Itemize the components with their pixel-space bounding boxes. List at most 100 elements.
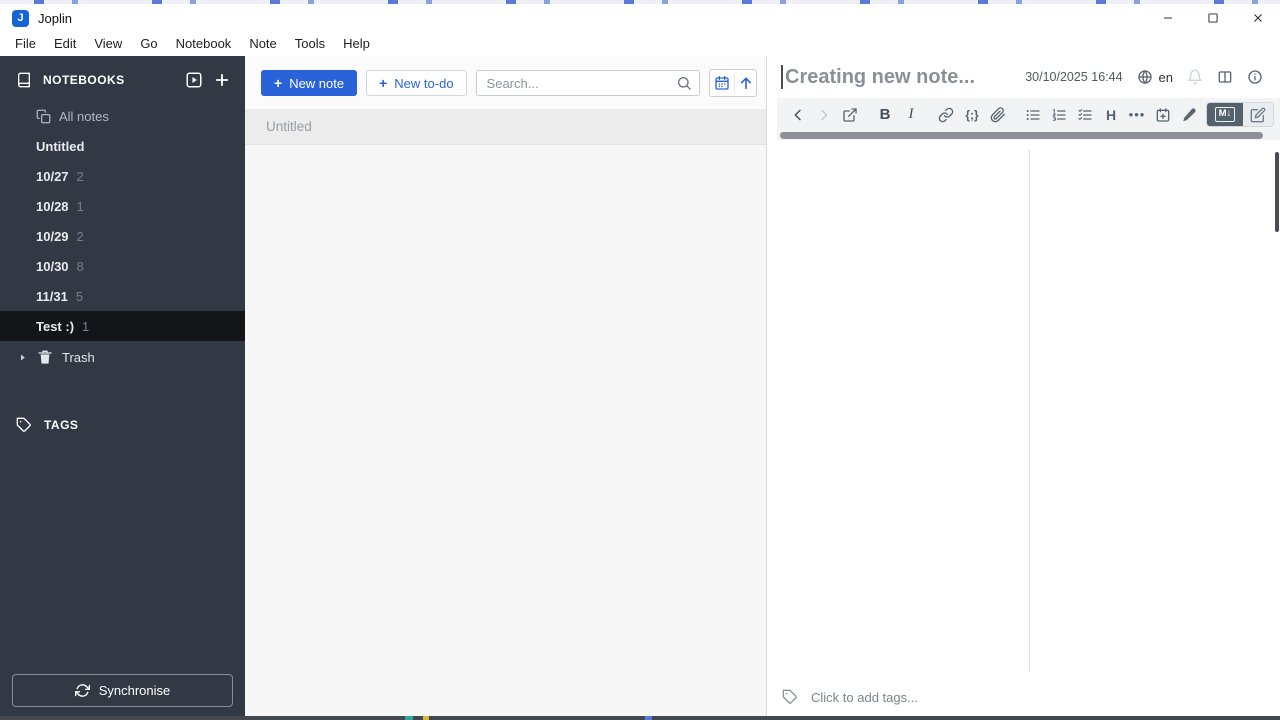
checkbox-list-button[interactable] — [1072, 102, 1098, 128]
note-properties-icon[interactable] — [1247, 69, 1263, 85]
chevron-left-icon — [794, 109, 801, 120]
synchronise-button[interactable]: Synchronise — [12, 674, 233, 707]
menu-file[interactable]: File — [6, 32, 45, 56]
search-box — [475, 70, 700, 96]
pane-divider[interactable] — [1029, 150, 1030, 672]
menu-help[interactable]: Help — [334, 32, 379, 56]
tags-header-label: TAGS — [44, 418, 79, 432]
sort-order-button[interactable] — [735, 70, 756, 96]
search-icon[interactable] — [676, 75, 692, 91]
note-list-item[interactable]: Untitled — [245, 109, 766, 145]
chevron-right-icon[interactable] — [18, 353, 27, 362]
external-link-icon — [843, 107, 857, 122]
bulleted-list-button[interactable] — [1020, 102, 1046, 128]
sidebar-item-notebook[interactable]: 11/31 5 — [0, 281, 245, 311]
note-timestamp: 30/10/2025 16:44 — [1025, 70, 1123, 84]
attach-file-button[interactable] — [985, 102, 1011, 128]
note-title: Untitled — [266, 119, 312, 134]
joplin-window: J Joplin File Edit View Go Notebook Note… — [0, 0, 1280, 720]
alarm-bell-icon[interactable] — [1187, 69, 1203, 85]
back-button[interactable] — [785, 102, 811, 128]
arrow-up-icon — [740, 77, 751, 90]
trash-icon — [38, 350, 52, 364]
synchronise-label: Synchronise — [98, 683, 171, 698]
add-tags-placeholder[interactable]: Click to add tags... — [811, 690, 918, 705]
notebooks-header: NOTEBOOKS — [0, 56, 245, 101]
hyperlink-button[interactable] — [933, 102, 959, 128]
calendar-plus-icon — [1156, 107, 1170, 122]
sidebar-item-notebook[interactable]: 10/30 8 — [0, 251, 245, 281]
background-taskbar-strip — [0, 716, 1280, 720]
menu-notebook[interactable]: Notebook — [167, 32, 241, 56]
bulleted-list-icon — [1026, 109, 1040, 120]
sidebar-item-notebook[interactable]: 10/29 2 — [0, 221, 245, 251]
search-input[interactable] — [475, 70, 700, 96]
editor-mode-toggle: M↓ — [1206, 102, 1274, 127]
new-notebook-icon[interactable] — [213, 71, 231, 89]
vertical-scrollbar-thumb[interactable] — [1275, 152, 1279, 232]
menu-view[interactable]: View — [85, 32, 131, 56]
new-todo-button[interactable]: + New to-do — [366, 70, 467, 96]
numbered-list-button[interactable] — [1046, 102, 1072, 128]
bold-button[interactable]: B — [872, 102, 898, 128]
forward-button[interactable] — [811, 102, 837, 128]
maximize-button[interactable] — [1190, 4, 1235, 32]
edit-pencil-icon — [1250, 107, 1266, 122]
calendar-icon — [715, 76, 729, 90]
pen-icon — [1183, 107, 1196, 121]
markdown-mode-button[interactable]: M↓ — [1207, 103, 1243, 126]
close-button[interactable] — [1235, 4, 1280, 32]
scrollbar-thumb[interactable] — [780, 132, 1263, 139]
menu-tools[interactable]: Tools — [286, 32, 334, 56]
joplin-logo: J — [12, 9, 29, 27]
insert-drawing-button[interactable] — [1176, 102, 1202, 128]
tags-bar[interactable]: Click to add tags... — [767, 678, 1280, 716]
more-options-button[interactable]: ••• — [1124, 102, 1150, 128]
toggle-notebooks-icon[interactable] — [185, 71, 203, 89]
tag-icon — [782, 689, 797, 704]
plus-icon: + — [274, 75, 283, 91]
menu-go[interactable]: Go — [131, 32, 166, 56]
sidebar-item-notebook-selected[interactable]: Test :) 1 — [0, 311, 245, 341]
spellcheck-language[interactable]: en — [1137, 69, 1173, 85]
paperclip-icon — [990, 106, 1005, 122]
all-notes-label: All notes — [59, 108, 109, 124]
note-title-row: Creating new note... 30/10/2025 16:44 en — [767, 56, 1280, 98]
sidebar-item-all-notes[interactable]: All notes — [0, 101, 245, 131]
horizontal-scrollbar[interactable] — [777, 131, 1280, 140]
tag-icon — [16, 417, 31, 432]
sidebar-item-notebook[interactable]: Untitled — [0, 131, 245, 161]
inline-code-button[interactable]: {;} — [959, 102, 985, 128]
all-notes-icon — [36, 109, 51, 123]
plus-icon: + — [379, 75, 388, 91]
richtext-mode-button[interactable] — [1243, 103, 1273, 126]
editor-toolbar: B I {;} H ••• M↓ — [777, 98, 1280, 131]
editor-content[interactable] — [767, 140, 1280, 678]
text-caret — [781, 65, 783, 89]
heading-button[interactable]: H — [1098, 102, 1124, 128]
insert-datetime-button[interactable] — [1150, 102, 1176, 128]
sidebar-item-notebook[interactable]: 10/27 2 — [0, 161, 245, 191]
note-title-input[interactable]: Creating new note... — [785, 66, 1025, 89]
notebooks-header-label: NOTEBOOKS — [43, 73, 125, 87]
sidebar-item-notebook[interactable]: 10/28 1 — [0, 191, 245, 221]
sync-icon — [74, 684, 90, 697]
toggle-layout-icon[interactable] — [1217, 69, 1233, 85]
external-edit-button[interactable] — [837, 102, 863, 128]
globe-icon — [1137, 69, 1152, 85]
sidebar-item-trash[interactable]: Trash — [0, 341, 245, 373]
sort-controls — [709, 69, 757, 97]
menu-edit[interactable]: Edit — [45, 32, 85, 56]
editor-panel: Creating new note... 30/10/2025 16:44 en — [767, 56, 1280, 716]
menu-note[interactable]: Note — [240, 32, 285, 56]
window-title: Joplin — [38, 10, 72, 26]
menubar: File Edit View Go Notebook Note Tools He… — [0, 32, 1280, 56]
new-note-button[interactable]: + New note — [261, 70, 358, 96]
minimize-button[interactable] — [1145, 4, 1190, 32]
chevron-right-icon — [821, 109, 828, 120]
italic-button[interactable]: I — [898, 102, 924, 128]
numbered-list-icon — [1052, 108, 1066, 121]
note-list-toolbar: + New note + New to-do — [245, 56, 766, 109]
link-icon — [938, 107, 954, 122]
sort-date-button[interactable] — [710, 70, 734, 96]
